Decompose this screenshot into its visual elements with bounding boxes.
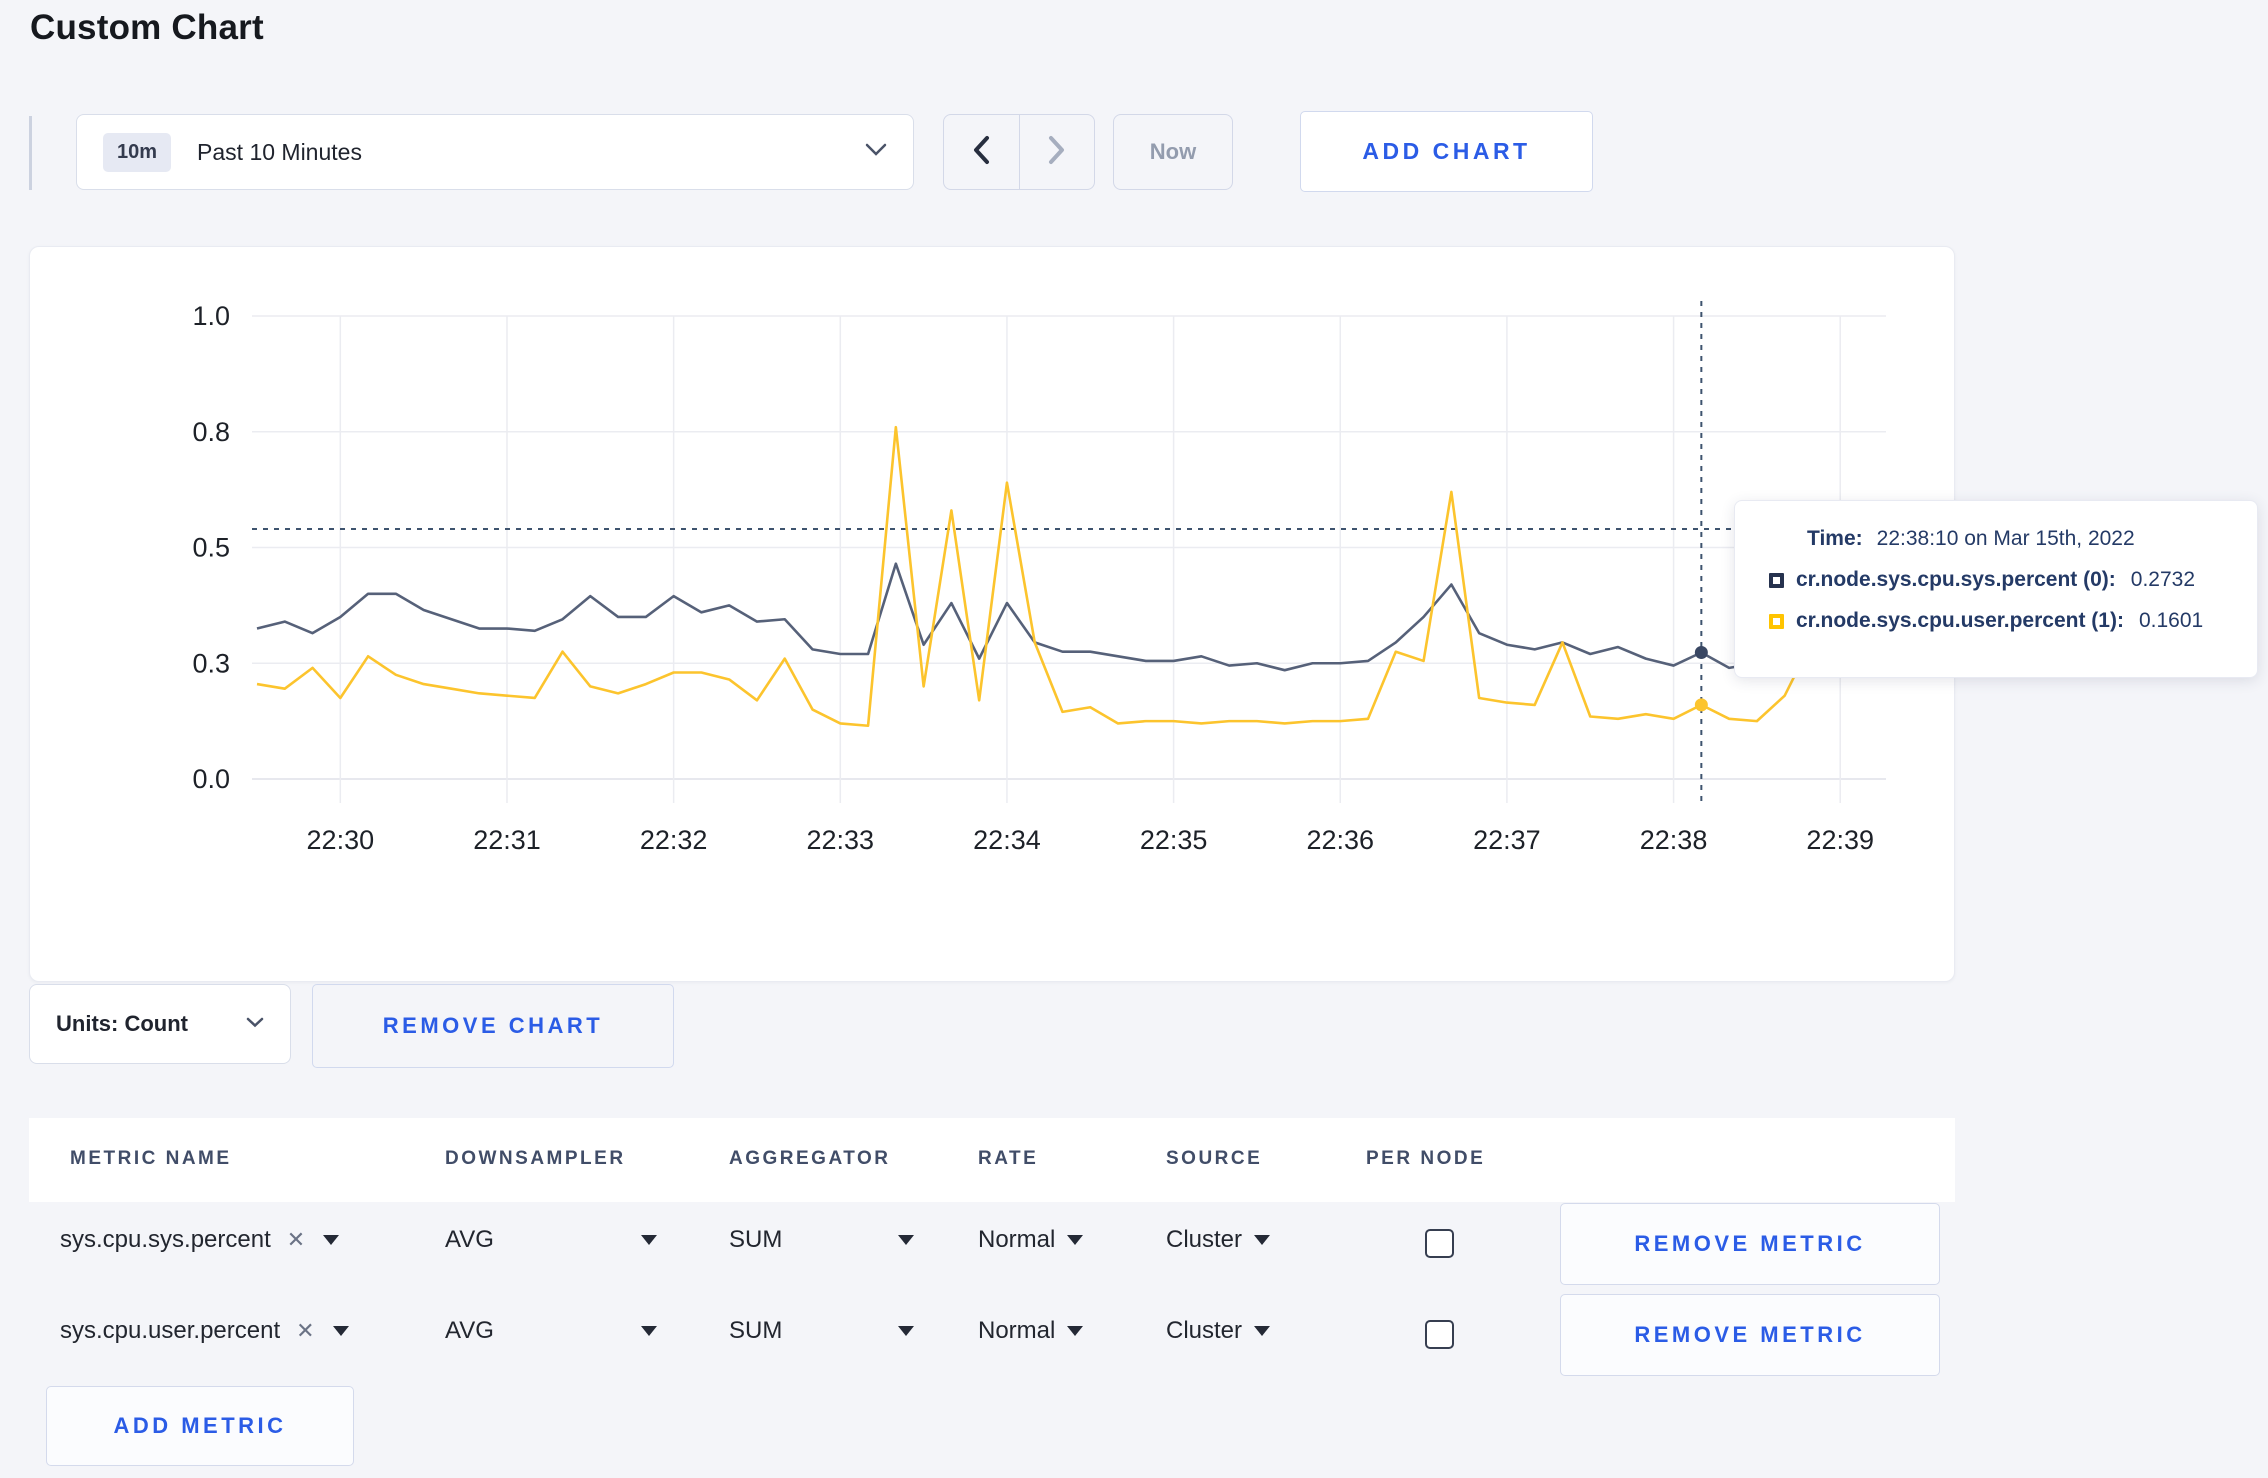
caret-down-icon	[323, 1235, 340, 1245]
svg-text:22:30: 22:30	[307, 825, 375, 855]
clear-metric-icon[interactable]: ✕	[287, 1227, 305, 1253]
caret-down-icon	[1067, 1235, 1084, 1245]
page-title: Custom Chart	[30, 8, 264, 47]
caret-down-icon	[1254, 1235, 1271, 1245]
units-label: Units: Count	[56, 1011, 188, 1036]
time-range-label: Past 10 Minutes	[197, 138, 362, 165]
caret-down-icon	[641, 1326, 657, 1336]
clear-metric-icon[interactable]: ✕	[296, 1318, 314, 1344]
time-pager	[943, 114, 1095, 190]
svg-text:22:32: 22:32	[640, 825, 708, 855]
user-series-swatch-icon	[1769, 613, 1784, 629]
col-header-source: SOURCE	[1166, 1148, 1263, 1169]
caret-down-icon	[641, 1235, 657, 1245]
sys-series-swatch-icon	[1769, 572, 1784, 588]
sys-series-value: 0.2732	[2130, 568, 2196, 591]
svg-text:22:36: 22:36	[1306, 825, 1374, 855]
chart-card: 0.0 0.3 0.5 0.8 1.0 22:30 22:31 22:32 22:33 22:34…	[29, 246, 1955, 982]
remove-chart-button[interactable]: REMOVE CHART	[312, 984, 674, 1068]
per-node-checkbox[interactable]	[1425, 1229, 1454, 1258]
chevron-right-icon	[1047, 135, 1067, 170]
chevron-down-icon	[246, 1015, 264, 1033]
col-header-aggregator: AGGREGATOR	[729, 1148, 891, 1169]
metric-name-select[interactable]: sys.cpu.user.percent ✕	[60, 1317, 349, 1345]
metric-name-value: sys.cpu.sys.percent	[60, 1226, 271, 1253]
add-chart-button[interactable]: ADD CHART	[1300, 111, 1593, 192]
svg-text:22:34: 22:34	[973, 825, 1041, 855]
rate-select[interactable]: Normal	[978, 1226, 1084, 1254]
col-header-downsampler: DOWNSAMPLER	[445, 1148, 626, 1169]
now-button[interactable]: Now	[1113, 114, 1233, 190]
aggregator-value: SUM	[729, 1226, 783, 1253]
rate-select[interactable]: Normal	[978, 1317, 1084, 1345]
aggregator-select[interactable]: SUM	[729, 1317, 914, 1345]
chevron-left-icon	[971, 135, 991, 170]
metric-name-value: sys.cpu.user.percent	[60, 1317, 281, 1344]
metric-name-select[interactable]: sys.cpu.sys.percent ✕	[60, 1226, 340, 1254]
caret-down-icon	[1067, 1326, 1084, 1336]
col-header-metric-name: METRIC NAME	[70, 1148, 232, 1169]
downsampler-value: AVG	[445, 1226, 494, 1253]
add-metric-button[interactable]: ADD METRIC	[46, 1386, 354, 1466]
per-node-checkbox[interactable]	[1425, 1320, 1454, 1349]
source-value: Cluster	[1166, 1226, 1243, 1253]
caret-down-icon	[332, 1326, 349, 1336]
svg-text:22:38: 22:38	[1640, 825, 1708, 855]
svg-text:0.8: 0.8	[192, 417, 230, 447]
downsampler-select[interactable]: AVG	[445, 1317, 657, 1345]
tooltip-time-label: Time:	[1807, 527, 1863, 550]
caret-down-icon	[898, 1235, 914, 1245]
downsampler-select[interactable]: AVG	[445, 1226, 657, 1254]
svg-text:0.5: 0.5	[192, 533, 230, 563]
next-time-button[interactable]	[1020, 115, 1095, 189]
remove-metric-button[interactable]: REMOVE METRIC	[1560, 1294, 1940, 1376]
svg-text:22:33: 22:33	[807, 825, 875, 855]
col-header-per-node: PER NODE	[1366, 1148, 1486, 1169]
downsampler-value: AVG	[445, 1317, 494, 1344]
units-select[interactable]: Units: Count	[29, 984, 291, 1064]
svg-text:22:31: 22:31	[473, 825, 541, 855]
svg-text:22:35: 22:35	[1140, 825, 1208, 855]
remove-metric-button[interactable]: REMOVE METRIC	[1560, 1203, 1940, 1285]
rate-value: Normal	[978, 1226, 1056, 1253]
svg-text:22:39: 22:39	[1806, 825, 1874, 855]
caret-down-icon	[898, 1326, 914, 1336]
toolbar-divider	[29, 116, 32, 190]
sys-series-name: cr.node.sys.cpu.sys.percent (0):	[1796, 568, 2116, 591]
col-header-rate: RATE	[978, 1148, 1039, 1169]
rate-value: Normal	[978, 1317, 1056, 1344]
source-value: Cluster	[1166, 1317, 1243, 1344]
user-series-value: 0.1601	[2138, 609, 2204, 632]
svg-text:0.0: 0.0	[192, 764, 230, 794]
source-select[interactable]: Cluster	[1166, 1226, 1271, 1254]
user-series-name: cr.node.sys.cpu.user.percent (1):	[1796, 609, 2124, 632]
chevron-down-icon	[865, 143, 887, 162]
chart-tooltip: Time: 22:38:10 on Mar 15th, 2022 cr.node.…	[1734, 500, 2258, 678]
cpu-chart-canvas[interactable]: 0.0 0.3 0.5 0.8 1.0 22:30 22:31 22:32 22:33 22:34…	[30, 247, 1956, 983]
time-range-select[interactable]: 10m Past 10 Minutes	[76, 114, 914, 190]
aggregator-value: SUM	[729, 1317, 783, 1344]
svg-text:22:37: 22:37	[1473, 825, 1541, 855]
source-select[interactable]: Cluster	[1166, 1317, 1271, 1345]
caret-down-icon	[1254, 1326, 1271, 1336]
prev-time-button[interactable]	[944, 115, 1020, 189]
svg-text:0.3: 0.3	[192, 648, 230, 678]
tooltip-time-value: 22:38:10 on Mar 15th, 2022	[1876, 527, 2135, 550]
time-range-badge: 10m	[103, 132, 172, 172]
svg-text:1.0: 1.0	[192, 301, 230, 331]
aggregator-select[interactable]: SUM	[729, 1226, 914, 1254]
